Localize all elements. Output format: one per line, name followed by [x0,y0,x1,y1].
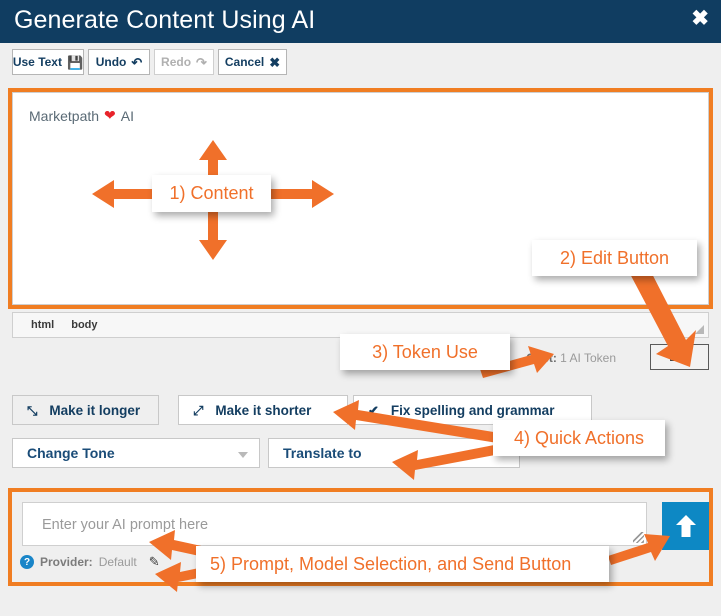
breadcrumb-body[interactable]: body [71,319,97,331]
fix-spelling-and-grammar-button[interactable]: ✔ Fix spelling and grammar [353,395,592,425]
send-up-arrow-icon [676,515,696,537]
change-tone-select[interactable]: Change Tone [12,438,260,468]
editor-content-line: Marketpath ❤ AI [29,107,134,124]
redo-label: Redo [161,55,192,69]
dialog-toolbar: Use Text 💾 Undo ↶ Redo ↷ Cancel ✖ [0,43,721,81]
send-button[interactable] [662,502,710,550]
resize-grip-icon[interactable] [695,325,704,334]
undo-icon: ↶ [131,54,143,70]
dialog-titlebar: Generate Content Using AI ✖ [0,0,721,43]
change-tone-label: Change Tone [27,445,115,461]
editor-statusbar: html body [12,312,709,338]
editor-text: Marketpath [29,107,100,124]
save-icon: 💾 [66,54,84,70]
translate-to-label: Translate to [283,445,362,461]
cost-row: Cost: 1 AI Token Edit [12,338,709,382]
cancel-button[interactable]: Cancel ✖ [218,49,287,75]
pencil-icon[interactable]: ✎ [149,554,160,570]
token-cost: Cost: 1 AI Token [526,351,616,365]
cancel-label: Cancel [224,55,265,69]
redo-icon: ↷ [196,54,207,70]
editor-text-suffix: AI [120,107,135,124]
element-path-breadcrumb: html body [31,319,98,331]
provider-row: ? Provider: Default ✎ [20,554,160,570]
cost-label: Cost: [526,351,557,365]
prompt-placeholder: Enter your AI prompt here [42,517,209,533]
make-it-shorter-label: Make it shorter [215,402,312,418]
provider-label: Provider: [40,555,93,569]
translate-to-select[interactable]: Translate to [268,438,520,468]
provider-value: Default [98,555,137,569]
make-it-longer-button[interactable]: ⤡ Make it longer [12,395,159,425]
prompt-zone: Enter your AI prompt here ? Provider: De… [8,490,713,584]
collapse-arrows-icon: ⤢ [193,402,204,418]
expand-arrows-icon: ⤡ [27,402,38,418]
heart-icon: ❤ [104,107,116,123]
cost-value: 1 AI Token [560,351,616,365]
close-icon[interactable]: ✖ [691,8,709,29]
checkmark-icon: ✔ [368,402,379,418]
prompt-input[interactable]: Enter your AI prompt here [22,502,647,546]
cancel-icon: ✖ [269,54,281,70]
content-editor[interactable]: Marketpath ❤ AI [12,92,709,305]
generate-content-dialog: Generate Content Using AI ✖ Use Text 💾 U… [0,0,721,616]
undo-button[interactable]: Undo ↶ [88,49,150,75]
breadcrumb-html[interactable]: html [31,319,54,331]
edit-button-label: Edit [669,350,690,364]
undo-label: Undo [95,55,127,69]
edit-button[interactable]: Edit [650,344,709,370]
make-it-longer-label: Make it longer [49,402,141,418]
page-title: Generate Content Using AI [14,6,316,34]
callout-quick-actions-label: 4) Quick Actions [513,427,645,448]
chevron-down-icon [238,452,248,458]
use-text-button[interactable]: Use Text 💾 [12,49,84,75]
make-it-shorter-button[interactable]: ⤢ Make it shorter [178,395,348,425]
help-question-icon[interactable]: ? [20,555,34,569]
redo-button[interactable]: Redo ↷ [154,49,214,75]
fix-spelling-label: Fix spelling and grammar [390,402,555,418]
use-text-label: Use Text [12,55,62,69]
textarea-resize-grip-icon[interactable] [633,532,644,543]
